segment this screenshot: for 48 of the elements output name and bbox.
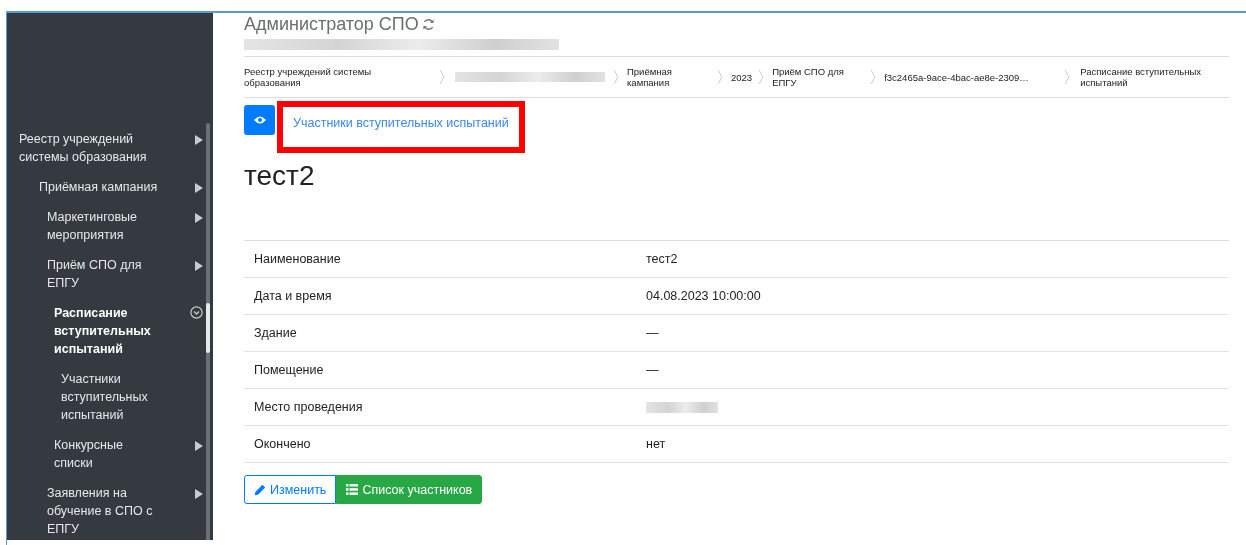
page-title: Администратор СПО (244, 13, 419, 35)
field-value: нет (646, 437, 666, 451)
chevron-icon (717, 69, 723, 85)
scrollbar[interactable] (206, 123, 210, 540)
chevron-icon (758, 69, 765, 85)
chevron-icon (613, 69, 619, 85)
sidebar-item[interactable]: Участники вступительных испытаний (61, 370, 162, 424)
field-label: Дата и время (253, 289, 333, 303)
pencil-icon (254, 483, 266, 496)
sidebar-item[interactable]: Приёмная кампания (39, 178, 162, 196)
breadcrumb-link[interactable]: Реестр учреждений системы образования (244, 66, 394, 88)
view-button[interactable] (244, 105, 275, 135)
sidebar-item[interactable]: Заявления на обучение в СПО с ЕПГУ (47, 484, 162, 538)
caret-icon[interactable] (195, 135, 203, 145)
sidebar-item[interactable]: Конкурсные списки (54, 436, 162, 472)
breadcrumb-link[interactable]: f3c2465a-9ace-4bac-ae8e-2309… (884, 71, 1065, 83)
edit-button[interactable]: Изменить (244, 475, 337, 504)
caret-icon[interactable] (195, 261, 203, 271)
field-label: Место проведения (253, 400, 364, 414)
chevron-icon (439, 69, 445, 85)
field-value: тест2 (646, 252, 678, 266)
chevron-circle-icon[interactable] (190, 306, 203, 319)
tab-link[interactable]: Участники вступительных испытаний (293, 116, 509, 130)
field-value: 04.08.2023 10:00:00 (646, 289, 761, 303)
breadcrumb-link[interactable]: Приёмная кампания (627, 66, 682, 88)
caret-icon[interactable] (195, 441, 203, 451)
eye-icon (253, 116, 266, 124)
list-icon (346, 484, 359, 495)
field-label: Наименование (253, 252, 342, 266)
field-label: Помещение (253, 363, 325, 377)
breadcrumb-link[interactable]: 2023 (731, 71, 753, 83)
field-label: Здание (253, 326, 298, 340)
field-value: — (646, 326, 659, 340)
record-title: тест2 (244, 160, 316, 193)
chevron-icon (870, 69, 877, 85)
sidebar-item[interactable]: Приём СПО для ЕПГУ (47, 256, 162, 292)
caret-icon[interactable] (195, 489, 203, 499)
breadcrumb-link[interactable]: Расписание вступительных испытаний (1080, 66, 1221, 88)
breadcrumb-link[interactable]: Приём СПО для ЕПГУ (772, 66, 848, 88)
caret-icon[interactable] (195, 213, 203, 223)
caret-icon[interactable] (195, 183, 203, 193)
chevron-icon (1064, 69, 1071, 85)
sidebar-item[interactable]: Расписание вступительных испытаний (54, 304, 162, 358)
sidebar-item[interactable]: Маркетинговые мероприятия (47, 208, 162, 244)
field-value: — (646, 363, 659, 377)
refresh-icon[interactable] (421, 17, 435, 31)
field-label: Окончено (253, 437, 312, 451)
sidebar-item[interactable]: Реестр учреждений системы образования (19, 130, 162, 166)
